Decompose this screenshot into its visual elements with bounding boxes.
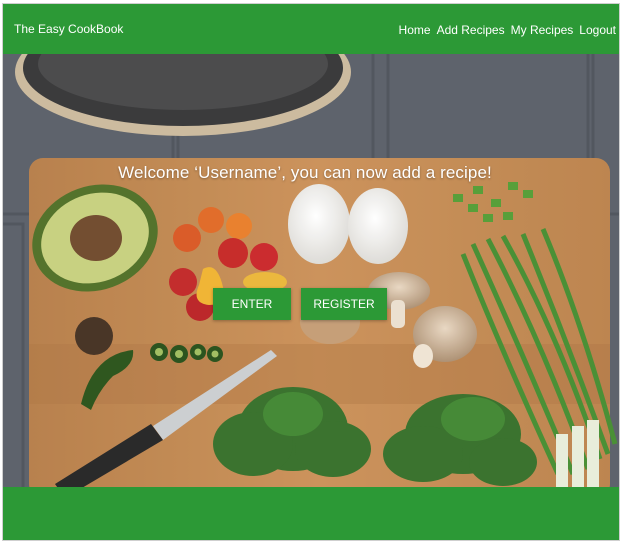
footer bbox=[3, 487, 619, 540]
navbar: The Easy CookBook Home Add Recipes My Re… bbox=[3, 4, 619, 54]
hero-section: Welcome ‘Username’, you can now add a re… bbox=[3, 54, 619, 487]
page-frame: The Easy CookBook Home Add Recipes My Re… bbox=[2, 3, 620, 541]
nav-link-my-recipes[interactable]: My Recipes bbox=[511, 23, 574, 37]
welcome-message: Welcome ‘Username’, you can now add a re… bbox=[118, 163, 492, 182]
nav-link-home[interactable]: Home bbox=[399, 23, 431, 37]
register-button[interactable]: REGISTER bbox=[301, 288, 387, 320]
nav-link-add-recipes[interactable]: Add Recipes bbox=[437, 23, 505, 37]
enter-button[interactable]: ENTER bbox=[213, 288, 291, 320]
nav-links: Home Add Recipes My Recipes Logout bbox=[399, 23, 616, 37]
brand-title[interactable]: The Easy CookBook bbox=[14, 22, 123, 36]
hero-background-image bbox=[3, 54, 619, 487]
nav-link-logout[interactable]: Logout bbox=[579, 23, 616, 37]
